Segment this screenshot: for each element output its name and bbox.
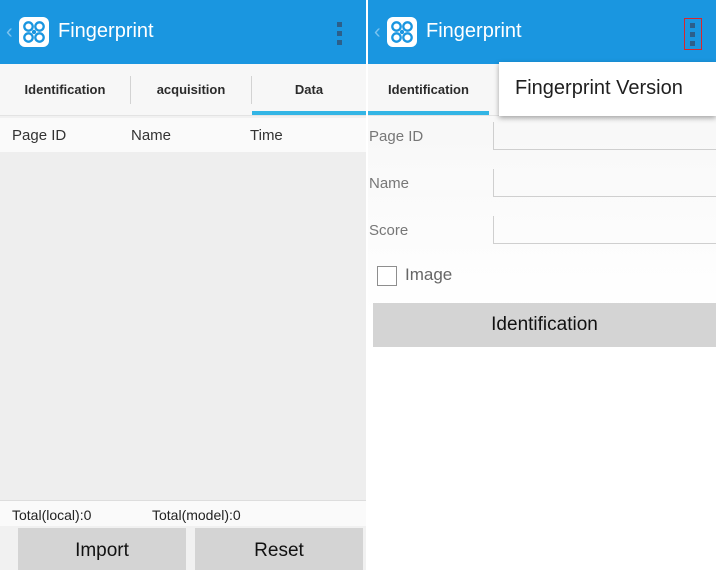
right-screen-identification-tab: ‹ Fingerprint Identification Page ID Nam… bbox=[368, 0, 716, 570]
import-button[interactable]: Import bbox=[18, 528, 186, 570]
fingerprint-app-icon[interactable] bbox=[19, 17, 49, 47]
tab-acquisition[interactable]: acquisition bbox=[131, 64, 251, 116]
tab-identification[interactable]: Identification bbox=[368, 64, 489, 116]
active-tab-indicator bbox=[252, 111, 366, 115]
action-bar: ‹ Fingerprint bbox=[0, 0, 366, 64]
image-checkbox-label[interactable]: Image bbox=[405, 265, 452, 285]
overflow-menu-icon[interactable] bbox=[332, 18, 348, 50]
reset-button[interactable]: Reset bbox=[195, 528, 363, 570]
total-local: Total(local):0 bbox=[12, 507, 92, 523]
name-label: Name bbox=[369, 175, 410, 192]
menu-item-fingerprint-version[interactable]: Fingerprint Version bbox=[515, 77, 683, 100]
overflow-menu-icon[interactable] bbox=[684, 18, 702, 50]
tab-bar: Identification acquisition Data bbox=[0, 64, 366, 116]
app-title: Fingerprint bbox=[426, 20, 522, 42]
tab-identification[interactable]: Identification bbox=[0, 64, 130, 116]
image-checkbox[interactable] bbox=[377, 266, 397, 286]
score-input[interactable] bbox=[493, 216, 716, 244]
data-list[interactable] bbox=[0, 152, 366, 500]
column-header-page-id: Page ID bbox=[12, 127, 67, 144]
page-id-label: Page ID bbox=[369, 128, 424, 145]
score-label: Score bbox=[369, 222, 409, 239]
app-title: Fingerprint bbox=[58, 20, 154, 42]
totals-bar: Total(local):0 Total(model):0 bbox=[0, 500, 366, 526]
tab-data[interactable]: Data bbox=[252, 64, 366, 116]
identification-button[interactable]: Identification bbox=[373, 303, 716, 347]
name-input[interactable] bbox=[493, 169, 716, 197]
column-header-name: Name bbox=[131, 127, 172, 144]
chevron-left-icon[interactable]: ‹ bbox=[374, 22, 381, 42]
total-model: Total(model):0 bbox=[152, 507, 241, 523]
action-bar: ‹ Fingerprint bbox=[368, 0, 716, 64]
fingerprint-app-icon[interactable] bbox=[387, 17, 417, 47]
table-header: Page ID Name Time bbox=[0, 118, 366, 152]
active-tab-indicator bbox=[368, 111, 489, 115]
chevron-left-icon[interactable]: ‹ bbox=[6, 22, 13, 42]
left-screen-data-tab: ‹ Fingerprint Identification acquisition… bbox=[0, 0, 366, 570]
column-header-time: Time bbox=[250, 127, 283, 144]
overflow-popup-menu: Fingerprint Version bbox=[499, 62, 716, 116]
page-id-input[interactable] bbox=[493, 122, 716, 150]
